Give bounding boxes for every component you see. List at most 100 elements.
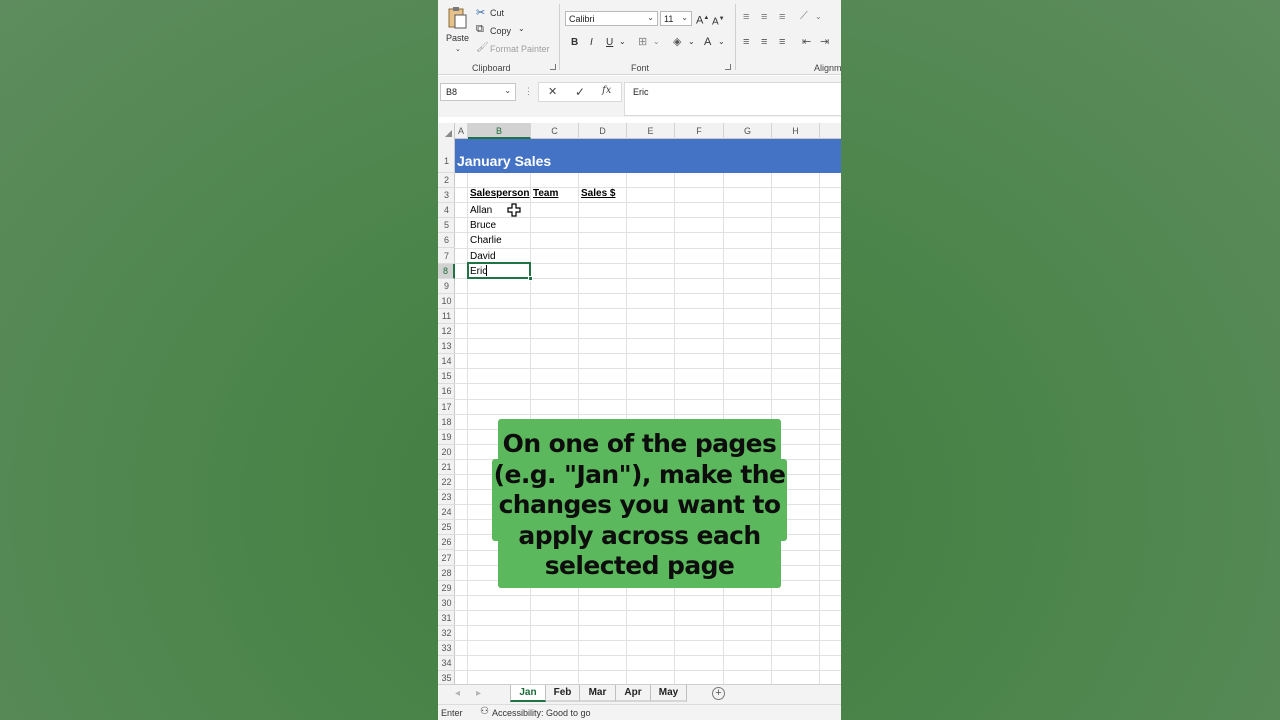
row-header-8[interactable]: 8 [438,263,455,279]
column-header-a[interactable]: A [455,123,468,139]
row-header-17[interactable]: 17 [438,400,455,415]
decrease-indent-icon[interactable]: ⇤ [802,35,811,49]
align-bottom-icon[interactable]: ≡ [779,10,785,24]
salesperson-cell[interactable]: Charlie [470,235,502,246]
sheet-tab-feb[interactable]: Feb [546,685,580,702]
row-header-24[interactable]: 24 [438,505,455,521]
column-header-g[interactable]: G [724,123,772,139]
bold-button[interactable]: B [571,36,578,50]
row-header-35[interactable]: 35 [438,671,455,684]
column-header-f[interactable]: F [675,123,724,139]
row-header-2[interactable]: 2 [438,173,455,189]
align-center-icon[interactable]: ≡ [761,35,767,49]
sheet-tab-jan[interactable]: Jan [510,685,546,702]
row-header-25[interactable]: 25 [438,520,455,536]
salesperson-cell[interactable]: Bruce [470,220,496,231]
row-header-15[interactable]: 15 [438,369,455,385]
shrink-font-icon[interactable]: A▼ [712,12,725,29]
row-header-11[interactable]: 11 [438,309,455,324]
row-header-16[interactable]: 16 [438,384,455,400]
row-header-10[interactable]: 10 [438,294,455,309]
font-size-select[interactable]: 11 ⌄ [660,11,692,26]
align-top-icon[interactable]: ≡ [743,10,749,24]
scroll-right-icon[interactable]: ▸ [476,688,481,699]
row-header-21[interactable]: 21 [438,460,455,475]
row-header-26[interactable]: 26 [438,535,455,551]
row-header-6[interactable]: 6 [438,233,455,249]
sheet-tab-apr[interactable]: Apr [616,685,651,702]
column-header-d[interactable]: D [579,123,627,139]
paste-button[interactable]: Paste ⌄ [444,6,470,54]
column-header-h[interactable]: H [772,123,820,139]
row-header-32[interactable]: 32 [438,626,455,642]
cancel-icon[interactable]: ✕ [548,85,557,98]
accessibility-icon[interactable]: ⚇ [480,706,489,717]
sheet-tab-mar[interactable]: Mar [580,685,616,702]
row-header-29[interactable]: 29 [438,581,455,596]
row-gridline [455,353,841,355]
insert-function-icon[interactable]: fx [602,85,611,96]
row-header-33[interactable]: 33 [438,641,455,657]
cells-area[interactable]: January Sales Salesperson Team Sales $ A… [455,139,841,684]
column-header-c[interactable]: C [531,123,579,139]
row-header-3[interactable]: 3 [438,188,455,204]
clipboard-dialog-launcher[interactable] [550,64,556,70]
font-dialog-launcher[interactable] [725,64,731,70]
salesperson-header[interactable]: Salesperson [470,188,529,199]
sales-header[interactable]: Sales $ [581,188,615,199]
align-right-icon[interactable]: ≡ [779,35,785,49]
italic-button[interactable]: I [590,36,593,50]
grow-font-icon[interactable]: A▲ [696,11,709,28]
align-middle-icon[interactable]: ≡ [761,10,767,24]
sheet-tab-may[interactable]: May [651,685,687,702]
scroll-left-icon[interactable]: ◂ [455,688,460,699]
row-header-22[interactable]: 22 [438,475,455,491]
row-header-1[interactable]: 1 [438,139,455,173]
chevron-down-icon[interactable]: ⌄ [619,35,626,49]
column-header-b[interactable]: B [468,123,531,139]
row-header-23[interactable]: 23 [438,490,455,506]
row-header-4[interactable]: 4 [438,203,455,219]
row-header-7[interactable]: 7 [438,249,455,264]
row-header-9[interactable]: 9 [438,279,455,294]
row-header-18[interactable]: 18 [438,415,455,430]
active-cell-b8[interactable] [467,262,533,281]
chevron-down-icon[interactable]: ⌄ [688,35,695,49]
underline-button[interactable]: U [606,36,613,50]
increase-indent-icon[interactable]: ⇥ [820,35,829,49]
borders-icon[interactable]: ⊞ [638,35,647,49]
fill-color-icon[interactable]: ◈ [673,35,681,49]
enter-icon[interactable]: ✓ [575,85,585,99]
row-header-31[interactable]: 31 [438,611,455,626]
font-family-select[interactable]: Calibri ⌄ [565,11,658,26]
row-header-13[interactable]: 13 [438,339,455,355]
row-header-34[interactable]: 34 [438,656,455,672]
align-left-icon[interactable]: ≡ [743,35,749,49]
chevron-down-icon[interactable]: ⌄ [653,35,660,49]
font-color-icon[interactable]: A [704,35,711,49]
team-header[interactable]: Team [533,188,558,199]
row-header-27[interactable]: 27 [438,551,455,566]
accessibility-status[interactable]: Accessibility: Good to go [492,708,591,718]
fill-handle[interactable] [528,276,533,281]
row-header-28[interactable]: 28 [438,566,455,581]
name-box[interactable]: B8 ⌄ [440,83,516,101]
chevron-down-icon[interactable]: ⌄ [815,10,822,24]
row-gridline [455,413,841,415]
column-header-e[interactable]: E [627,123,675,139]
salesperson-cell[interactable]: Allan [470,205,492,216]
formula-input[interactable]: Eric [624,82,841,116]
title-band[interactable]: January Sales [455,139,841,173]
add-sheet-button[interactable]: + [712,687,725,700]
row-header-5[interactable]: 5 [438,218,455,234]
select-all-button[interactable] [438,123,455,139]
row-header-12[interactable]: 12 [438,324,455,340]
row-header-30[interactable]: 30 [438,596,455,611]
salesperson-cell[interactable]: David [470,251,496,262]
row-header-19[interactable]: 19 [438,430,455,445]
row-gridline [455,670,841,672]
row-header-20[interactable]: 20 [438,445,455,460]
chevron-down-icon[interactable]: ⌄ [718,35,725,49]
row-header-14[interactable]: 14 [438,354,455,370]
orientation-icon[interactable]: ⟋ [800,9,808,23]
